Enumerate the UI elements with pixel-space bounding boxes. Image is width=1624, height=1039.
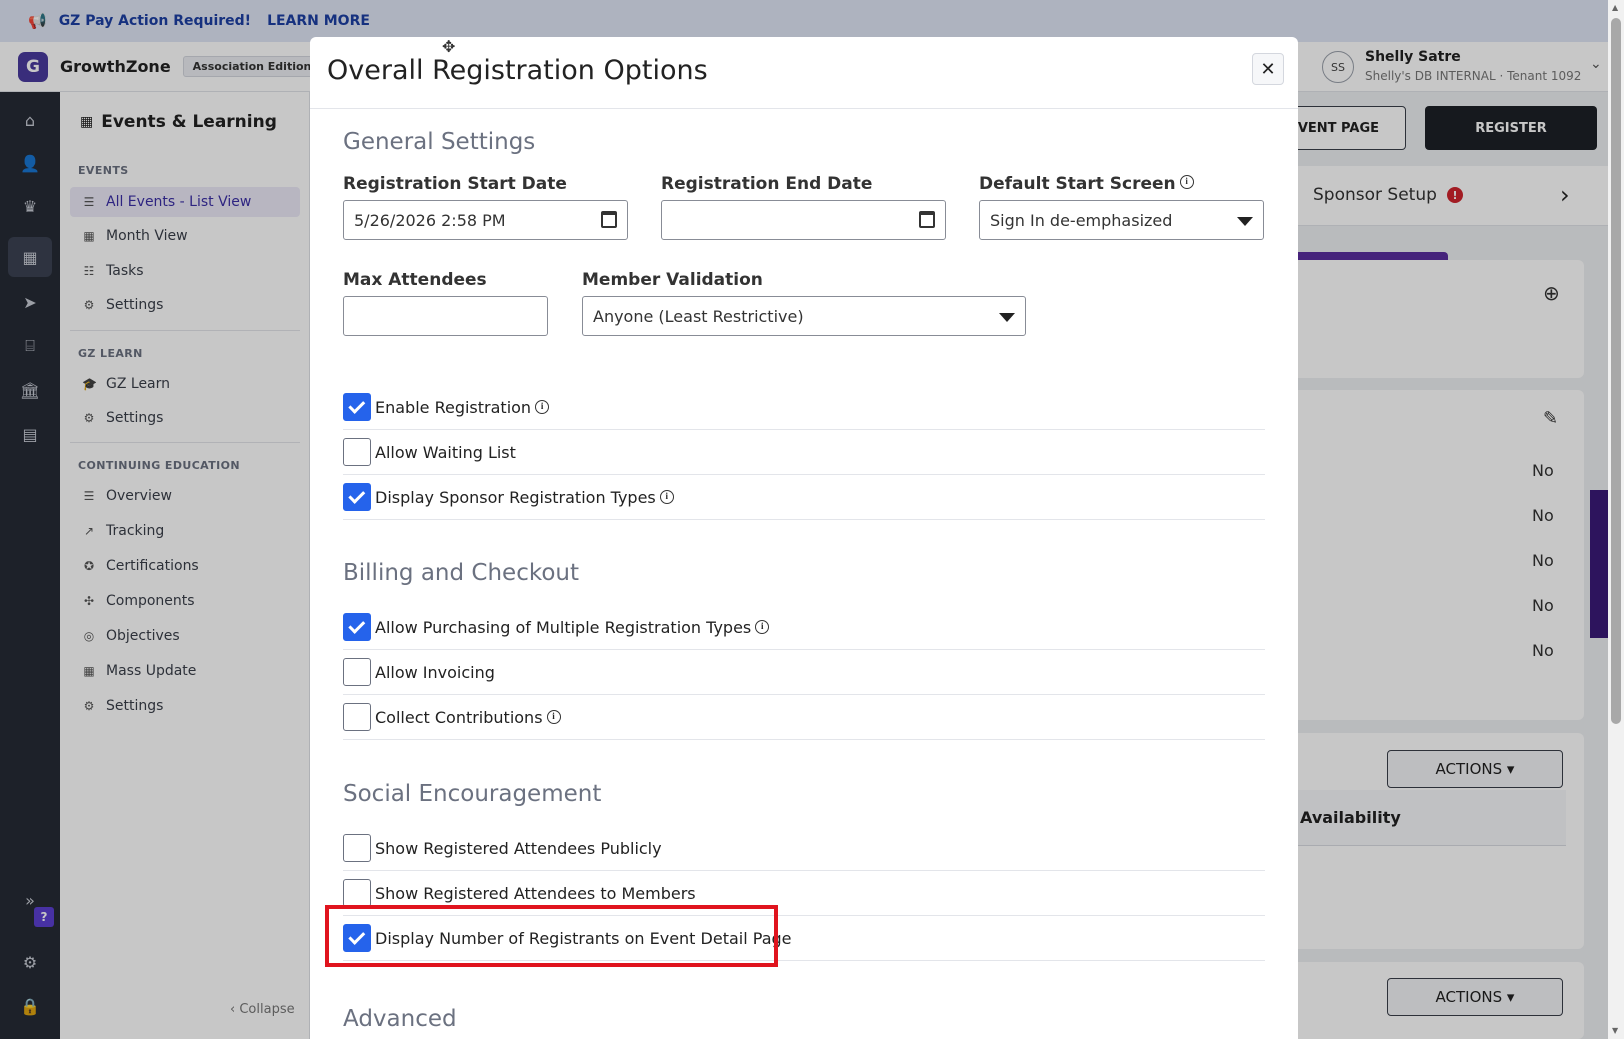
option-collect-contributions[interactable]: Collect Contributions i <box>343 695 1265 740</box>
show-attendees-members-checkbox[interactable] <box>343 879 371 907</box>
close-button[interactable]: ✕ <box>1252 53 1284 85</box>
page-scrollbar[interactable]: ▲ ▼ <box>1608 0 1624 1039</box>
calendar-icon[interactable] <box>919 211 935 228</box>
max-attendees-label: Max Attendees <box>343 270 487 290</box>
option-multiple-registration-types[interactable]: Allow Purchasing of Multiple Registratio… <box>343 605 1265 650</box>
move-icon[interactable]: ✥ <box>442 37 455 56</box>
registration-options-modal: ✥ Overall Registration Options ✕ General… <box>310 37 1298 1039</box>
start-screen-select[interactable]: Sign In de-emphasized <box>979 200 1264 240</box>
end-date-label: Registration End Date <box>661 174 873 194</box>
dropdown-arrow-icon <box>999 313 1015 322</box>
section-advanced: Advanced <box>343 1006 457 1032</box>
close-icon: ✕ <box>1260 58 1276 80</box>
show-attendees-publicly-checkbox[interactable] <box>343 834 371 862</box>
option-allow-invoicing[interactable]: Allow Invoicing <box>343 650 1265 695</box>
multiple-registration-types-checkbox[interactable] <box>343 613 371 641</box>
enable-registration-checkbox[interactable] <box>343 393 371 421</box>
info-icon[interactable]: i <box>1179 175 1194 189</box>
option-show-attendees-publicly[interactable]: Show Registered Attendees Publicly <box>343 826 1265 871</box>
calendar-icon[interactable] <box>601 211 617 228</box>
scroll-up-icon[interactable]: ▲ <box>1612 3 1618 12</box>
start-date-input[interactable]: 5/26/2026 2:58 PM <box>343 200 628 240</box>
max-attendees-input[interactable] <box>343 296 548 336</box>
option-allow-waiting-list[interactable]: Allow Waiting List <box>343 430 1265 475</box>
scrollbar-thumb[interactable] <box>1611 18 1621 724</box>
section-social: Social Encouragement <box>343 781 602 807</box>
info-icon[interactable]: i <box>659 490 674 504</box>
display-sponsor-types-checkbox[interactable] <box>343 483 371 511</box>
collect-contributions-checkbox[interactable] <box>343 703 371 731</box>
scroll-down-icon[interactable]: ▼ <box>1612 1026 1618 1035</box>
option-enable-registration[interactable]: Enable Registration i <box>343 385 1265 430</box>
start-screen-label: Default Start Screen i <box>979 174 1194 194</box>
option-display-sponsor-types[interactable]: Display Sponsor Registration Types i <box>343 475 1265 520</box>
dropdown-arrow-icon <box>1237 217 1253 226</box>
info-icon[interactable]: i <box>535 400 550 414</box>
end-date-input[interactable] <box>661 200 946 240</box>
info-icon[interactable]: i <box>546 710 561 724</box>
member-validation-label: Member Validation <box>582 270 763 290</box>
section-general-settings: General Settings <box>343 129 536 155</box>
modal-title: Overall Registration Options <box>327 55 708 86</box>
member-validation-select[interactable]: Anyone (Least Restrictive) <box>582 296 1026 336</box>
section-billing: Billing and Checkout <box>343 560 580 586</box>
allow-invoicing-checkbox[interactable] <box>343 658 371 686</box>
start-date-label: Registration Start Date <box>343 174 567 194</box>
highlight-box <box>325 905 778 967</box>
info-icon[interactable]: i <box>755 620 770 634</box>
allow-waiting-list-checkbox[interactable] <box>343 438 371 466</box>
modal-header: ✥ Overall Registration Options ✕ <box>310 37 1298 109</box>
